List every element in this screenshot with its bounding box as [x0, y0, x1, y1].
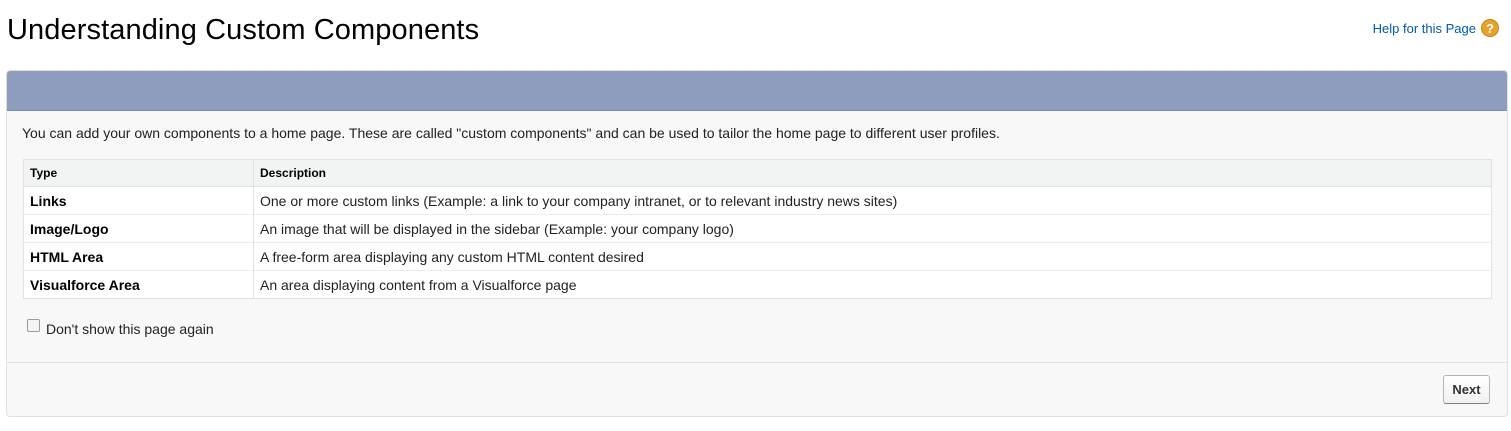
- column-header-description: Description: [253, 159, 1492, 187]
- column-header-type: Type: [23, 159, 254, 187]
- row-type: HTML Area: [23, 242, 254, 271]
- row-description: A free-form area displaying any custom H…: [253, 242, 1492, 271]
- components-table: Type Description Links One or more custo…: [23, 159, 1492, 299]
- row-type: Links: [23, 186, 254, 215]
- table-row: HTML Area A free-form area displaying an…: [23, 242, 1492, 271]
- dont-show-again-option[interactable]: Don't show this page again: [27, 318, 214, 337]
- row-description: An area displaying content from a Visual…: [253, 270, 1492, 299]
- table-row: Links One or more custom links (Example:…: [23, 186, 1492, 215]
- help-link-label: Help for this Page: [1372, 20, 1476, 36]
- help-icon: ?: [1481, 19, 1499, 37]
- main-panel: You can add your own components to a hom…: [6, 70, 1508, 417]
- table-header-row: Type Description: [23, 159, 1492, 187]
- page-title: Understanding Custom Components: [7, 14, 480, 46]
- row-description: An image that will be displayed in the s…: [253, 214, 1492, 243]
- intro-text: You can add your own components to a hom…: [22, 125, 1000, 141]
- next-button[interactable]: Next: [1443, 375, 1490, 404]
- row-type: Image/Logo: [23, 214, 254, 243]
- table-row: Visualforce Area An area displaying cont…: [23, 270, 1492, 299]
- row-description: One or more custom links (Example: a lin…: [253, 186, 1492, 215]
- row-type: Visualforce Area: [23, 270, 254, 299]
- dont-show-again-checkbox[interactable]: [27, 318, 40, 332]
- dont-show-again-label: Don't show this page again: [46, 321, 214, 337]
- panel-footer: Next: [7, 362, 1507, 416]
- panel-header-bar: [7, 71, 1507, 111]
- table-row: Image/Logo An image that will be display…: [23, 214, 1492, 243]
- help-link[interactable]: Help for this Page ?: [1373, 19, 1499, 37]
